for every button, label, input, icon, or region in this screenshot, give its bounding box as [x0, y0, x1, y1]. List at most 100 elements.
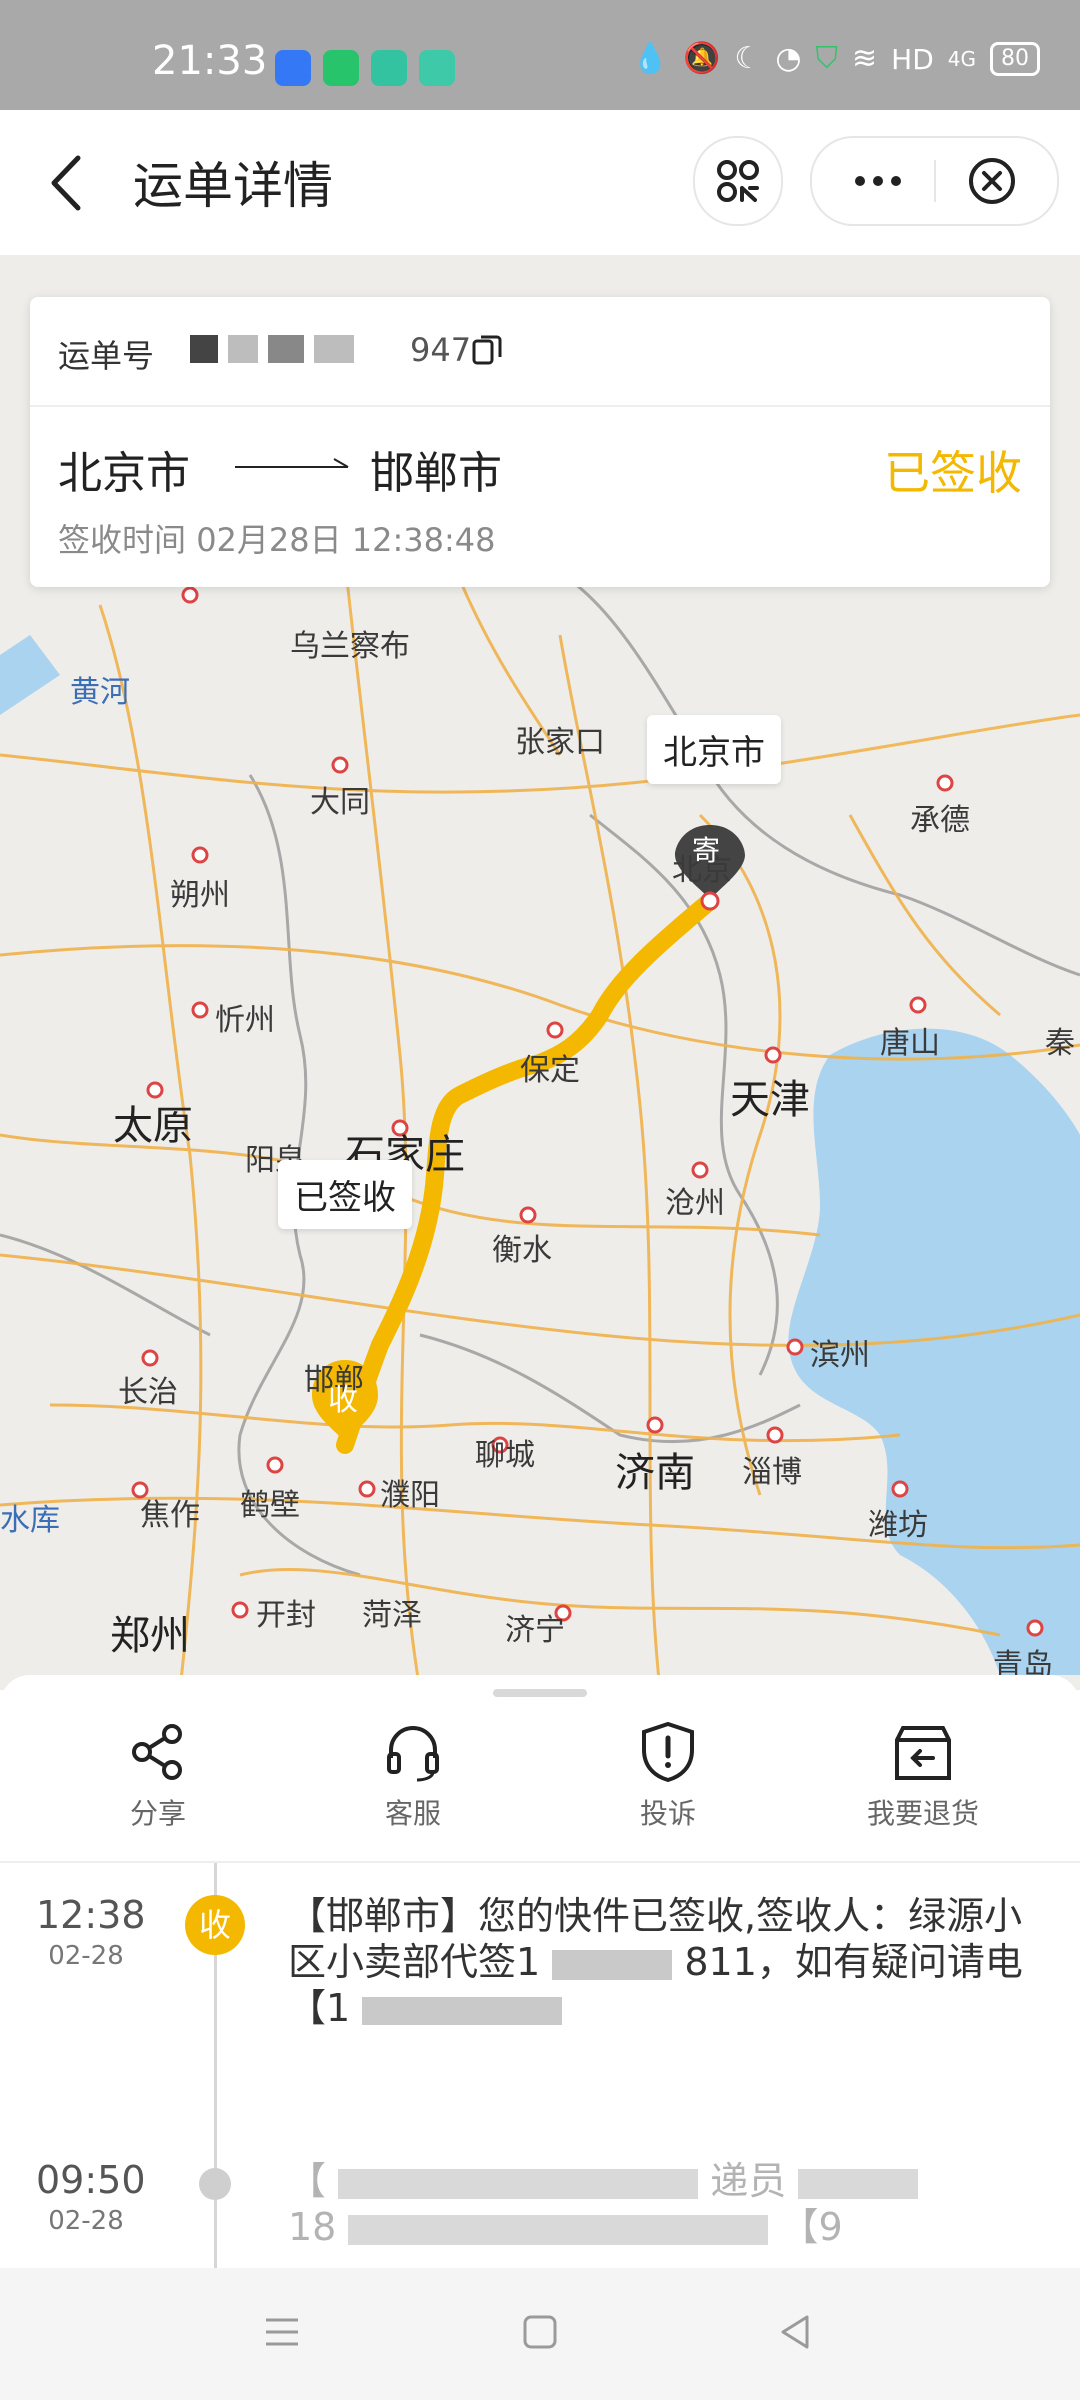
app-header: 运单详情 [0, 110, 1080, 255]
map-label-qin: 秦 [1045, 1026, 1075, 1061]
origin-marker-label: 寄 [692, 834, 721, 867]
sim-app-icon [323, 50, 359, 86]
capsule-divider [934, 160, 936, 202]
map-label-datong: 大同 [310, 785, 370, 820]
mask-block [268, 335, 304, 363]
redacted-block [798, 2168, 919, 2199]
sign-time: 签收时间 02月28日 12:38:48 [58, 515, 496, 561]
android-app-icon [275, 50, 311, 86]
past-node [199, 2168, 231, 2200]
signal-label: 4G [947, 47, 976, 71]
map-label-liaocheng: 聊城 [475, 1438, 535, 1473]
mask-block [190, 335, 218, 363]
back-icon[interactable] [40, 148, 100, 218]
headset-icon [387, 1726, 439, 1782]
customer-service-button[interactable]: 客服 [333, 1720, 493, 1832]
map-label-zhengzhou: 郑州 [110, 1613, 190, 1659]
event-time: 09:50 [36, 2158, 146, 2202]
map-label-shuozhou: 朔州 [170, 878, 230, 913]
shield-icon: ⛉ [815, 41, 839, 76]
map-label-weifang: 潍坊 [868, 1508, 928, 1543]
map-label-changzhi: 长治 [118, 1375, 178, 1410]
status-bar: 21:33 💧 🔕 ☾ ◔ ⛉ ≋ HD 4G 80 [0, 0, 1080, 110]
share-label: 分享 [129, 1797, 186, 1830]
share-icon [132, 1724, 182, 1780]
bottom-sheet[interactable]: 分享 客服 投诉 我要退货 12:38 02-28 收 【邯郸市】您的快件已签收… [0, 1675, 1080, 2283]
event-fragment: 递员 [710, 2159, 787, 2203]
event-date: 02-28 [48, 1941, 124, 1971]
return-box-icon [895, 1726, 951, 1780]
home-icon[interactable] [520, 2312, 560, 2352]
event-date: 02-28 [48, 2206, 124, 2236]
shield-alert-icon [642, 1721, 694, 1783]
event-text-line4: 【1 [288, 1986, 351, 2030]
speed-icon: ◔ [775, 41, 802, 76]
customer-service-label: 客服 [384, 1797, 441, 1830]
complaint-label: 投诉 [639, 1797, 696, 1830]
map-label-jinan: 济南 [615, 1450, 695, 1496]
dest-callout: 已签收 [278, 1160, 412, 1229]
mask-block [314, 335, 354, 363]
map-label-taiyuan: 太原 [113, 1103, 193, 1149]
map-label-binzhou: 滨州 [810, 1338, 870, 1373]
map-label-chengde: 承德 [910, 803, 970, 838]
route-arrow-icon [235, 458, 349, 468]
map-label-zibo: 淄博 [742, 1455, 802, 1490]
share-button[interactable]: 分享 [78, 1720, 238, 1832]
map-label-heze: 菏泽 [362, 1598, 422, 1633]
scan-icon [717, 160, 759, 202]
mute-icon: 🔕 [683, 41, 721, 76]
origin-city: 北京市 [58, 448, 190, 499]
event-fragment: 【9 [780, 2205, 843, 2249]
drag-handle[interactable] [493, 1689, 587, 1697]
event-time: 12:38 [36, 1893, 146, 1937]
copy-icon[interactable] [470, 333, 504, 367]
waybill-card: 运单号 947 北京市 邯郸市 已签收 签收时间 02月28日 12:38:48 [30, 297, 1050, 587]
map-label-jining: 济宁 [505, 1613, 565, 1648]
map-label-baoding: 保定 [520, 1053, 580, 1088]
map-label-kaifeng: 开封 [256, 1598, 316, 1633]
event-text: 【邯郸市】您的快件已签收,签收人：绿源小区小卖部代签1 811，如有疑问请电 【… [288, 1893, 1048, 2031]
mask-block [228, 335, 258, 363]
battery-indicator: 80 [990, 42, 1040, 76]
map-label-zhangjiakou: 张家口 [515, 725, 605, 760]
more-icon[interactable] [848, 158, 908, 204]
map-label-river: 黄河 [70, 675, 130, 710]
complaint-button[interactable]: 投诉 [588, 1720, 748, 1832]
dest-marker-label: 收 [328, 1383, 358, 1418]
status-time: 21:33 [152, 38, 268, 84]
network-label: HD [891, 42, 934, 76]
menu-icon[interactable] [262, 2312, 302, 2352]
brightness-app-icon [419, 50, 455, 86]
waybill-number-suffix: 947 [410, 331, 472, 369]
waybill-number-row: 运单号 947 [30, 297, 1050, 407]
waybill-number-mask [190, 335, 354, 363]
action-bar: 分享 客服 投诉 我要退货 [0, 1720, 1080, 1860]
event-text-tail: 811，如有疑问请电 [684, 1940, 1023, 1984]
waybill-number-label: 运单号 [58, 337, 155, 375]
redacted-block [338, 2168, 699, 2199]
map-label-hengshui: 衡水 [492, 1233, 552, 1268]
map-label-puyang: 濮阳 [380, 1478, 440, 1513]
map-label-cangzhou: 沧州 [665, 1186, 725, 1221]
wifi-icon: ≋ [852, 41, 878, 76]
event-text-main: 【 [288, 2159, 327, 2203]
back-nav-icon[interactable] [775, 2312, 815, 2352]
event-fragment: 18 [288, 2205, 337, 2249]
destination-city: 邯郸市 [370, 448, 502, 499]
update-app-icon [371, 50, 407, 86]
map-label-wulanchabu: 乌兰察布 [290, 629, 410, 664]
scan-button[interactable] [693, 136, 783, 226]
close-icon[interactable] [967, 156, 1017, 206]
map-label-tangshan: 唐山 [880, 1026, 940, 1061]
tracking-timeline[interactable]: 12:38 02-28 收 【邯郸市】您的快件已签收,签收人：绿源小区小卖部代签… [0, 1863, 1080, 2283]
map-label-jiaozuo: 焦作 [140, 1498, 200, 1533]
map-label-xinzhou: 忻州 [215, 1003, 275, 1038]
sign-time-label: 签收时间 [58, 521, 187, 559]
notification-icons [275, 50, 455, 86]
drop-icon: 💧 [631, 41, 670, 76]
event-text: 【 递员 18 【9 [288, 2158, 1048, 2250]
status-right: 💧 🔕 ☾ ◔ ⛉ ≋ HD 4G 80 [632, 42, 1040, 76]
map-label-hebi: 鹤壁 [240, 1488, 300, 1523]
return-goods-button[interactable]: 我要退货 [843, 1720, 1003, 1832]
